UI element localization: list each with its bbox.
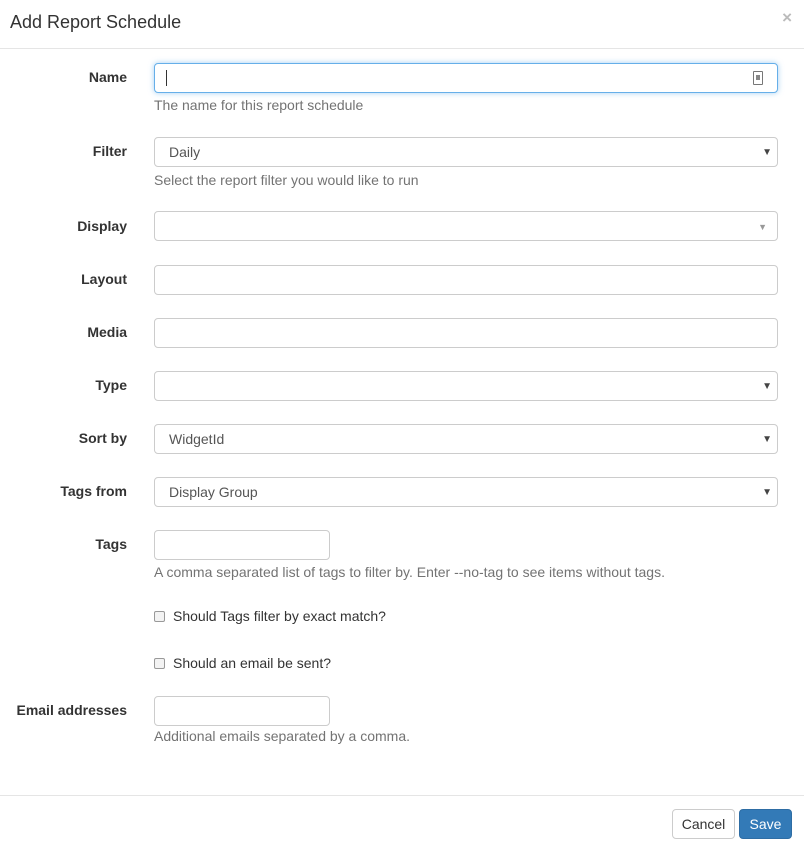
name-help: The name for this report schedule [154, 97, 363, 113]
tags-label: Tags [95, 536, 127, 552]
send-email-label: Should an email be sent? [173, 655, 331, 671]
dropdown-arrow-icon: ▼ [762, 381, 772, 392]
dropdown-arrow-icon: ▼ [758, 222, 767, 232]
send-email-option[interactable]: Should an email be sent? [154, 655, 331, 671]
name-input[interactable] [154, 63, 778, 93]
type-select[interactable]: ▼ [154, 371, 778, 401]
email-addresses-help: Additional emails separated by a comma. [154, 728, 410, 744]
save-button[interactable]: Save [739, 809, 792, 839]
media-input[interactable] [154, 318, 778, 348]
contact-card-icon[interactable] [753, 71, 763, 85]
filter-select[interactable]: Daily ▼ [154, 137, 778, 167]
email-addresses-label: Email addresses [16, 702, 127, 718]
tags-from-label: Tags from [60, 483, 127, 499]
layout-input[interactable] [154, 265, 778, 295]
display-select[interactable]: ▼ [154, 211, 778, 241]
close-icon[interactable]: × [782, 8, 792, 28]
tags-from-value: Display Group [169, 484, 258, 500]
dialog-title: Add Report Schedule [10, 12, 181, 33]
name-label: Name [89, 69, 127, 85]
sort-by-value: WidgetId [169, 431, 224, 447]
display-label: Display [77, 218, 127, 234]
tags-input[interactable] [154, 530, 330, 560]
dropdown-arrow-icon: ▼ [762, 487, 772, 498]
exact-match-label: Should Tags filter by exact match? [173, 608, 386, 624]
dropdown-arrow-icon: ▼ [762, 434, 772, 445]
cancel-button[interactable]: Cancel [672, 809, 735, 839]
sort-by-select[interactable]: WidgetId ▼ [154, 424, 778, 454]
dropdown-arrow-icon: ▼ [762, 147, 772, 158]
dialog-footer: Cancel Save [0, 795, 804, 848]
dialog-header: Add Report Schedule × [0, 0, 804, 49]
layout-label: Layout [81, 271, 127, 287]
media-label: Media [87, 324, 127, 340]
sort-by-label: Sort by [79, 430, 127, 446]
exact-match-option[interactable]: Should Tags filter by exact match? [154, 608, 386, 624]
email-addresses-input[interactable] [154, 696, 330, 726]
text-cursor [166, 70, 167, 86]
filter-value: Daily [169, 144, 200, 160]
type-label: Type [95, 377, 127, 393]
tags-help: A comma separated list of tags to filter… [154, 564, 665, 580]
exact-match-checkbox[interactable] [154, 611, 165, 622]
send-email-checkbox[interactable] [154, 658, 165, 669]
filter-help: Select the report filter you would like … [154, 172, 419, 188]
tags-from-select[interactable]: Display Group ▼ [154, 477, 778, 507]
filter-label: Filter [93, 143, 127, 159]
